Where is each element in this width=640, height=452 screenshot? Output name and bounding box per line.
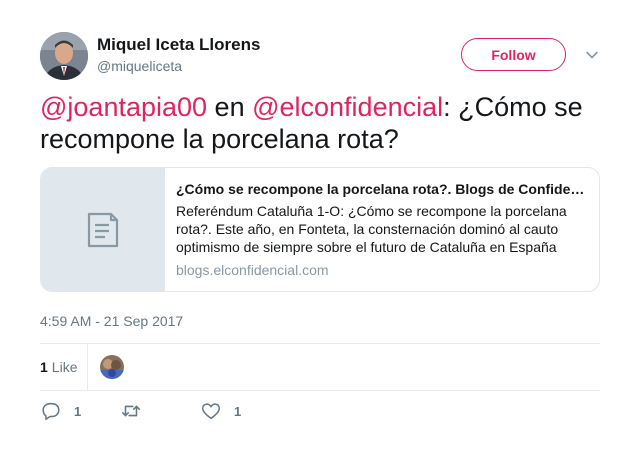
mention-link[interactable]: @joantapia00 xyxy=(40,92,207,122)
author-name[interactable]: Miquel Iceta Llorens xyxy=(97,35,260,55)
tweet-connector: en xyxy=(207,92,253,122)
author-handle[interactable]: @miqueliceta xyxy=(97,58,182,74)
reply-count: 1 xyxy=(74,403,82,419)
card-thumbnail xyxy=(41,168,165,291)
tweet-stats: 1 Like xyxy=(40,344,600,390)
likes-count: 1 xyxy=(40,359,48,375)
card-domain: blogs.elconfidencial.com xyxy=(176,262,329,278)
likes-label: Like xyxy=(51,359,78,375)
card-title: ¿Cómo se recompone la porcelana rota?. B… xyxy=(176,181,588,197)
chevron-down-icon[interactable] xyxy=(585,48,599,62)
heart-icon xyxy=(201,403,221,420)
reply-icon xyxy=(42,402,60,421)
link-card[interactable]: ¿Cómo se recompone la porcelana rota?. B… xyxy=(40,167,600,292)
likes-stat[interactable]: 1 Like xyxy=(40,344,88,390)
document-icon xyxy=(87,212,118,247)
follow-button[interactable]: Follow xyxy=(461,38,566,71)
like-button[interactable]: 1 xyxy=(200,400,241,422)
tweet-actions: 1 1 xyxy=(40,400,600,424)
retweet-button[interactable] xyxy=(120,400,142,422)
tweet-text: @joantapia00 en @elconfidencial: ¿Cómo s… xyxy=(40,91,610,155)
author-avatar[interactable] xyxy=(40,32,88,80)
reply-button[interactable]: 1 xyxy=(40,400,81,422)
divider xyxy=(40,390,600,391)
retweet-icon xyxy=(121,405,141,417)
mention-link[interactable]: @elconfidencial xyxy=(252,92,443,122)
card-body: ¿Cómo se recompone la porcelana rota?. B… xyxy=(165,168,599,291)
like-count: 1 xyxy=(234,403,242,419)
card-description: Referéndum Cataluña 1-O: ¿Cómo se recomp… xyxy=(176,203,567,255)
tweet-timestamp[interactable]: 4:59 AM - 21 Sep 2017 xyxy=(40,313,183,329)
liker-avatar[interactable] xyxy=(100,355,124,379)
